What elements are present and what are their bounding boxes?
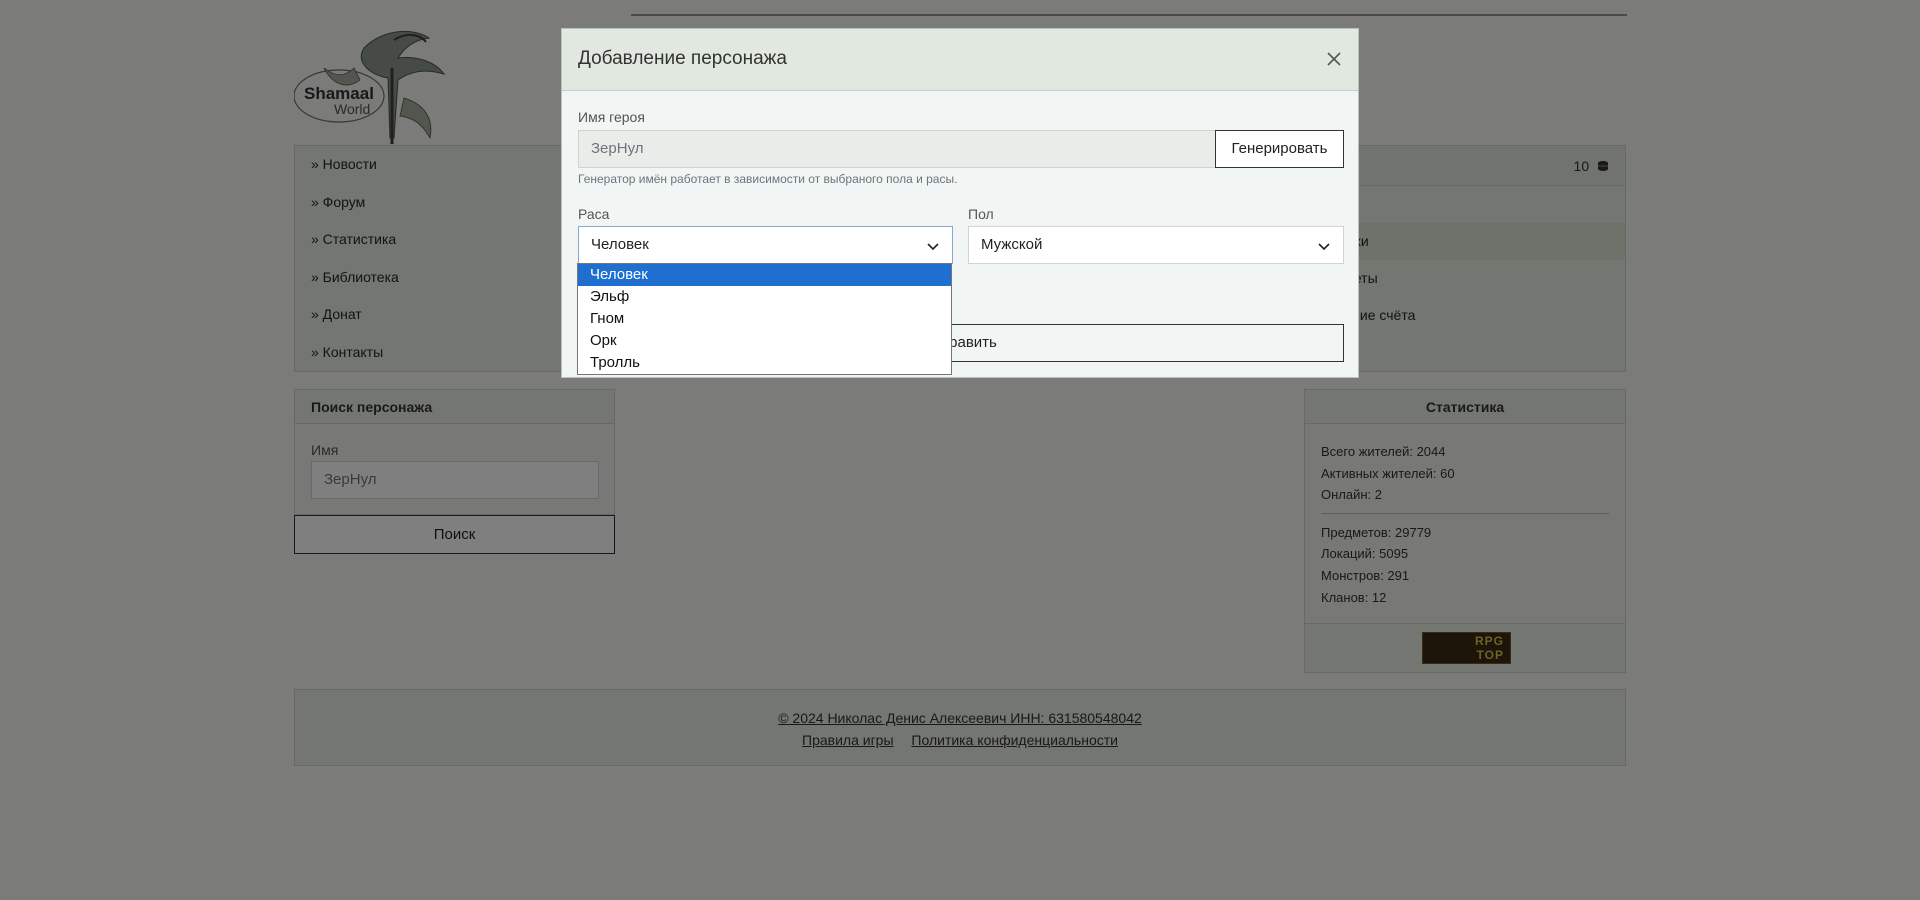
- race-dropdown-list: Человек Эльф Гном Орк Тролль: [577, 263, 952, 375]
- race-select[interactable]: Человек: [578, 226, 953, 264]
- race-option-troll[interactable]: Тролль: [578, 352, 951, 374]
- modal-title: Добавление персонажа: [578, 48, 787, 69]
- sex-label: Пол: [968, 206, 994, 222]
- race-option-elf[interactable]: Эльф: [578, 286, 951, 308]
- chevron-down-icon: [927, 243, 939, 251]
- chevron-down-icon: [1318, 243, 1330, 251]
- race-option-gnome[interactable]: Гном: [578, 308, 951, 330]
- close-icon[interactable]: [1322, 47, 1346, 71]
- hero-name-label: Имя героя: [578, 109, 645, 125]
- race-label: Раса: [578, 206, 610, 222]
- submit-button-label: равить: [949, 334, 997, 351]
- modal-header: Добавление персонажа: [562, 29, 1358, 91]
- sex-select-value: Мужской: [981, 236, 1043, 253]
- race-option-human[interactable]: Человек: [578, 264, 951, 286]
- generate-name-button[interactable]: Генерировать: [1215, 130, 1344, 168]
- hero-name-input[interactable]: ЗерНул: [578, 130, 1215, 168]
- race-option-orc[interactable]: Орк: [578, 330, 951, 352]
- race-select-value: Человек: [591, 236, 649, 253]
- generator-hint: Генератор имён работает в зависимости от…: [578, 172, 958, 186]
- sex-select[interactable]: Мужской: [968, 226, 1344, 264]
